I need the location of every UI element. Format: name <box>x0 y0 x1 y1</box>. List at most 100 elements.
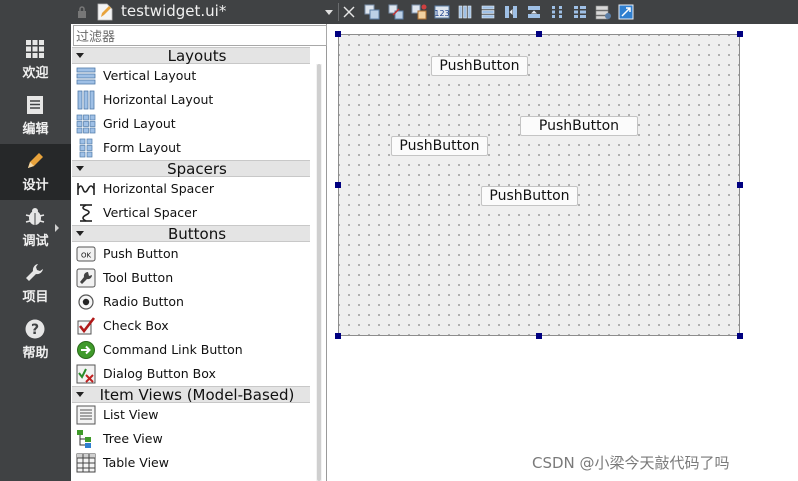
layout-form-icon[interactable] <box>571 3 589 21</box>
layout-vertical-icon[interactable] <box>479 3 497 21</box>
table-view-icon <box>76 453 96 473</box>
expand-arrow-icon <box>55 224 59 232</box>
break-layout-icon[interactable] <box>594 3 612 21</box>
grid-icon <box>26 40 44 58</box>
mode-label: 项目 <box>22 290 49 305</box>
toolbar-separator <box>338 3 339 21</box>
edit-signals-icon[interactable] <box>387 3 405 21</box>
widget-item-vertical-spacer[interactable]: Vertical Spacer <box>72 201 310 225</box>
layout-grid-icon[interactable] <box>548 3 566 21</box>
widget-item-form-layout[interactable]: Form Layout <box>72 136 310 160</box>
widget-item-label: Horizontal Spacer <box>103 181 215 196</box>
mode-sidebar: 欢迎 编辑 设计 调试 项目 ? 帮助 <box>0 0 71 481</box>
widget-item-label: List View <box>103 407 159 422</box>
widget-item-check-box[interactable]: Check Box <box>72 314 310 338</box>
form-push-button-4[interactable]: PushButton <box>481 186 578 206</box>
mode-design[interactable]: 设计 <box>0 144 71 200</box>
widget-item-tool-button[interactable]: Tool Button <box>72 266 310 290</box>
layout-horizontal-icon[interactable] <box>456 3 474 21</box>
form-widget[interactable] <box>338 34 740 336</box>
edit-buddies-icon[interactable] <box>410 3 428 21</box>
tool-button-icon <box>76 268 96 288</box>
mode-edit[interactable]: 编辑 <box>0 88 71 144</box>
widget-item-label: Horizontal Layout <box>103 92 214 107</box>
widget-box-panel: Layouts Vertical Layout Horizontal Layou… <box>71 24 327 481</box>
svg-text:OK: OK <box>81 252 92 260</box>
mode-label: 欢迎 <box>22 66 49 81</box>
layout-horizontal-splitter-icon[interactable] <box>502 3 520 21</box>
vertical-spacer-icon <box>80 204 92 222</box>
mode-welcome[interactable]: 欢迎 <box>0 32 71 88</box>
widget-item-command-link-button[interactable]: Command Link Button <box>72 338 310 362</box>
wrench-icon <box>26 264 43 281</box>
category-label: Buttons <box>167 225 227 243</box>
widget-item-label: Tree View <box>103 431 163 446</box>
edit-tab-order-icon[interactable]: 123 <box>433 3 451 21</box>
mode-projects[interactable]: 项目 <box>0 256 71 312</box>
qt-designer-window: 欢迎 编辑 设计 调试 项目 ? 帮助 testwidget.ui* 123 过… <box>0 0 798 481</box>
widget-item-label: Dialog Button Box <box>103 366 216 381</box>
widget-item-radio-button[interactable]: Radio Button <box>72 290 310 314</box>
mode-help[interactable]: ? 帮助 <box>0 312 71 368</box>
form-push-button-1[interactable]: PushButton <box>431 56 528 76</box>
widget-item-label: Vertical Layout <box>103 68 197 83</box>
resize-handle-top-right[interactable] <box>737 31 743 37</box>
mode-label: 编辑 <box>22 122 49 137</box>
layout-vertical-splitter-icon[interactable] <box>525 3 543 21</box>
document-dropdown-icon[interactable] <box>325 10 333 15</box>
widget-item-table-view[interactable]: Table View <box>72 451 310 475</box>
widget-item-horizontal-spacer[interactable]: Horizontal Spacer <box>72 177 310 201</box>
document-title: testwidget.ui* <box>121 2 227 20</box>
widget-item-label: Grid Layout <box>103 116 176 131</box>
widget-item-vertical-layout[interactable]: Vertical Layout <box>72 64 310 88</box>
widget-item-tree-view[interactable]: Tree View <box>72 427 310 451</box>
category-item-views[interactable]: Item Views (Model-Based) <box>72 386 310 404</box>
resize-handle-bottom-left[interactable] <box>335 333 341 339</box>
resize-handle-bottom[interactable] <box>536 333 542 339</box>
edit-widgets-icon[interactable] <box>363 3 381 21</box>
widget-item-label: Radio Button <box>103 294 184 309</box>
grid-layout-icon <box>76 114 96 134</box>
vertical-layout-icon <box>76 67 96 85</box>
resize-handle-left[interactable] <box>335 182 341 188</box>
horizontal-spacer-icon <box>77 183 95 195</box>
widget-item-label: Command Link Button <box>103 342 243 357</box>
mode-label: 帮助 <box>22 346 49 361</box>
lock-icon <box>78 6 86 18</box>
command-link-icon <box>77 341 95 359</box>
form-layout-icon <box>79 138 93 158</box>
ui-file-icon <box>97 3 113 21</box>
widget-item-grid-layout[interactable]: Grid Layout <box>72 112 310 136</box>
category-spacers[interactable]: Spacers <box>72 160 310 178</box>
widget-item-push-button[interactable]: OK Push Button <box>72 242 310 266</box>
adjust-size-icon[interactable] <box>617 3 635 21</box>
widget-item-label: Form Layout <box>103 140 181 155</box>
resize-handle-bottom-right[interactable] <box>737 333 743 339</box>
close-icon[interactable] <box>343 6 355 18</box>
check-box-icon <box>77 317 96 335</box>
widget-item-horizontal-layout[interactable]: Horizontal Layout <box>72 88 310 112</box>
widget-item-label: Push Button <box>103 246 179 261</box>
category-buttons[interactable]: Buttons <box>72 225 310 243</box>
watermark-text: CSDN @小梁今天敲代码了吗 <box>532 454 730 472</box>
widget-item-label: Check Box <box>103 318 169 333</box>
svg-text:123: 123 <box>434 9 449 18</box>
filter-input[interactable] <box>74 28 326 47</box>
category-label: Layouts <box>167 47 227 65</box>
resize-handle-right[interactable] <box>737 182 743 188</box>
form-push-button-2[interactable]: PushButton <box>520 116 638 136</box>
tree-view-icon <box>77 430 91 448</box>
category-layouts[interactable]: Layouts <box>72 47 310 65</box>
mode-label: 设计 <box>22 178 49 193</box>
filter-field[interactable] <box>73 25 327 47</box>
resize-handle-top[interactable] <box>536 31 542 37</box>
widget-item-list-view[interactable]: List View <box>72 403 310 427</box>
widget-item-label: Tool Button <box>103 270 174 285</box>
widget-item-dialog-button-box[interactable]: Dialog Button Box <box>72 362 310 386</box>
category-label: Item Views (Model-Based) <box>99 386 295 404</box>
widget-box-scrollbar-thumb[interactable] <box>317 64 321 481</box>
resize-handle-top-left[interactable] <box>335 31 341 37</box>
mode-debug[interactable]: 调试 <box>0 200 71 256</box>
form-push-button-3[interactable]: PushButton <box>391 136 488 156</box>
document-icon <box>27 96 43 114</box>
